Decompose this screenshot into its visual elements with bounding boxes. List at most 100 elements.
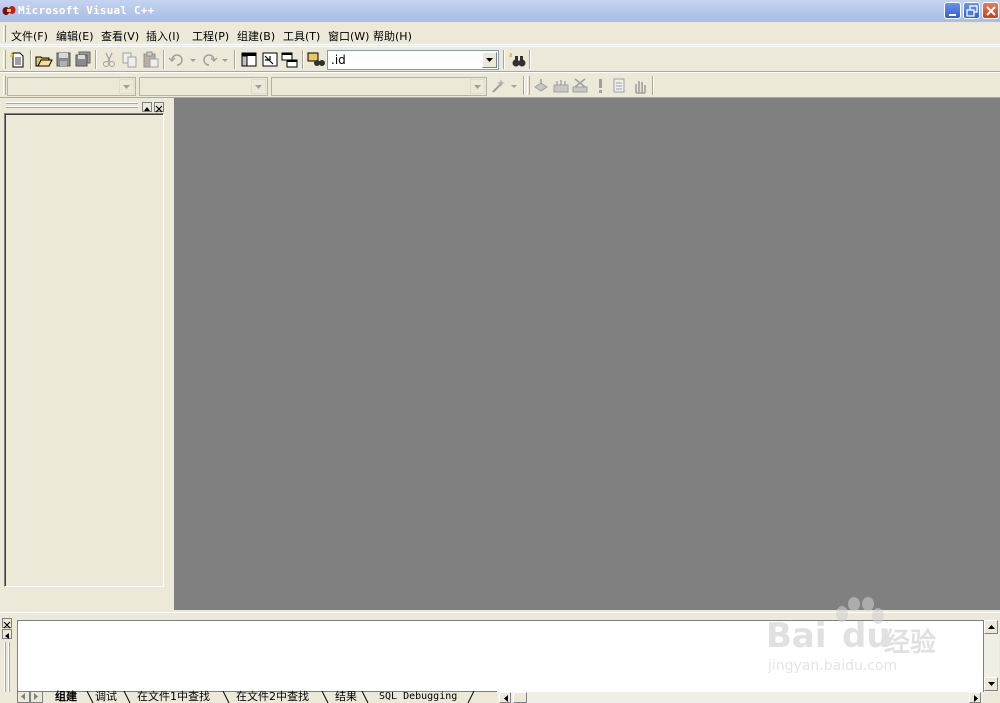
triangle-right-icon [974,695,978,702]
restore-icon [966,5,978,17]
menu-grip[interactable] [3,25,6,42]
scroll-right-button[interactable] [969,692,981,703]
menu-project[interactable]: 工程(P) [192,28,229,44]
output-horizontal-scrollbar[interactable] [497,691,983,703]
tab-find-in-files-2[interactable]: 在文件2中查找 [230,691,309,703]
output-vertical-scrollbar[interactable] [984,620,999,692]
title-bar[interactable]: Microsoft Visual C++ [0,0,1000,22]
toolbar-separator [652,76,654,95]
tab-divider [123,691,131,703]
toolbar-separator [95,50,97,69]
header-line [6,102,138,104]
menu-insert[interactable]: 插入(I) [146,28,180,44]
undo-icon [168,54,196,66]
toolbar-grip[interactable] [527,76,530,95]
breakpoint-button[interactable] [631,77,649,95]
class-combo-dropdown[interactable] [119,79,134,94]
toolbar-grip[interactable] [3,50,6,69]
build-button[interactable] [552,77,570,95]
save-icon [56,52,71,67]
cut-button[interactable] [100,51,118,69]
scroll-up-button[interactable] [984,620,998,634]
compile-button[interactable] [532,77,550,95]
new-text-file-button[interactable] [9,51,27,69]
menu-tools[interactable]: 工具(T) [283,28,320,44]
menu-file[interactable]: 文件(F) [11,28,48,44]
paste-button[interactable] [142,51,160,69]
standard-toolbar: .id [0,46,1000,72]
search-button[interactable] [508,51,526,69]
workspace-pane-header[interactable] [4,101,166,113]
tab-divider [321,691,329,703]
find-combo-dropdown[interactable] [482,52,497,68]
workspace-tree-area[interactable] [4,113,164,587]
wizard-action-button[interactable] [490,77,520,95]
toolbar-separator [30,50,32,69]
copy-icon [122,52,137,68]
pane-maximize-button[interactable] [2,629,12,639]
triangle-left-icon [5,633,9,639]
stop-build-icon [572,78,588,93]
pane-maximize-button[interactable] [142,102,152,112]
workspace-pane [0,98,172,610]
filter-combo[interactable] [139,77,268,96]
grip-line [8,642,10,692]
tab-results[interactable]: 结果 [329,691,357,703]
vc-app-icon [2,6,16,15]
redo-button[interactable] [200,51,230,69]
window-list-button[interactable] [281,51,299,69]
members-combo-dropdown[interactable] [470,79,485,94]
stop-build-button[interactable] [571,77,589,95]
menu-edit[interactable]: 编辑(E) [56,28,94,44]
minimize-button[interactable] [944,2,961,19]
find-in-files-button[interactable] [307,51,325,69]
restore-button[interactable] [963,2,980,19]
menu-view[interactable]: 查看(V) [101,28,139,44]
tab-divider [222,691,230,703]
new-text-file-icon [10,52,24,68]
workspace-button[interactable] [240,51,258,69]
class-combo[interactable] [7,77,136,96]
cut-icon [103,52,115,67]
copy-button[interactable] [121,51,139,69]
tab-debug[interactable]: 调试 [89,691,117,703]
paste-icon [143,51,159,68]
filter-combo-dropdown[interactable] [251,79,266,94]
tab-build[interactable]: 组建 [49,691,77,703]
save-all-button[interactable] [74,51,92,69]
scroll-thumb[interactable] [513,692,527,703]
tab-find-in-files-1[interactable]: 在文件1中查找 [131,691,210,703]
save-button[interactable] [55,51,73,69]
undo-button[interactable] [168,51,198,69]
go-icon [613,78,625,93]
find-combo-value: .id [331,53,346,67]
output-pane-grip[interactable] [2,618,13,698]
chevron-down-icon [255,85,262,89]
tab-sql-debugging[interactable]: SQL Debugging [373,691,457,703]
menu-build[interactable]: 组建(B) [237,28,275,44]
members-combo[interactable] [271,77,487,96]
grip-line [4,642,6,692]
open-button[interactable] [35,51,53,69]
triangle-up-icon [988,625,995,629]
toolbar-grip[interactable] [3,76,6,95]
header-line [6,106,138,108]
find-in-files-icon [307,52,325,66]
close-button[interactable] [982,2,999,19]
mdi-client-area[interactable] [174,98,1000,610]
output-button[interactable] [261,51,279,69]
pane-close-button[interactable] [154,102,164,113]
close-icon [3,621,11,629]
pane-close-button[interactable] [2,618,12,629]
scroll-down-button[interactable] [984,677,998,691]
execute-button[interactable] [591,77,609,95]
go-button[interactable] [611,77,629,95]
chevron-down-icon [486,58,493,62]
compile-icon [534,79,548,92]
scroll-left-button[interactable] [499,692,511,703]
watermark-brand: Bai [766,616,827,656]
menu-help[interactable]: 帮助(H) [373,28,412,44]
menu-window[interactable]: 窗口(W) [328,28,369,44]
toolbar-separator [523,76,525,95]
find-combo[interactable]: .id [327,50,499,70]
